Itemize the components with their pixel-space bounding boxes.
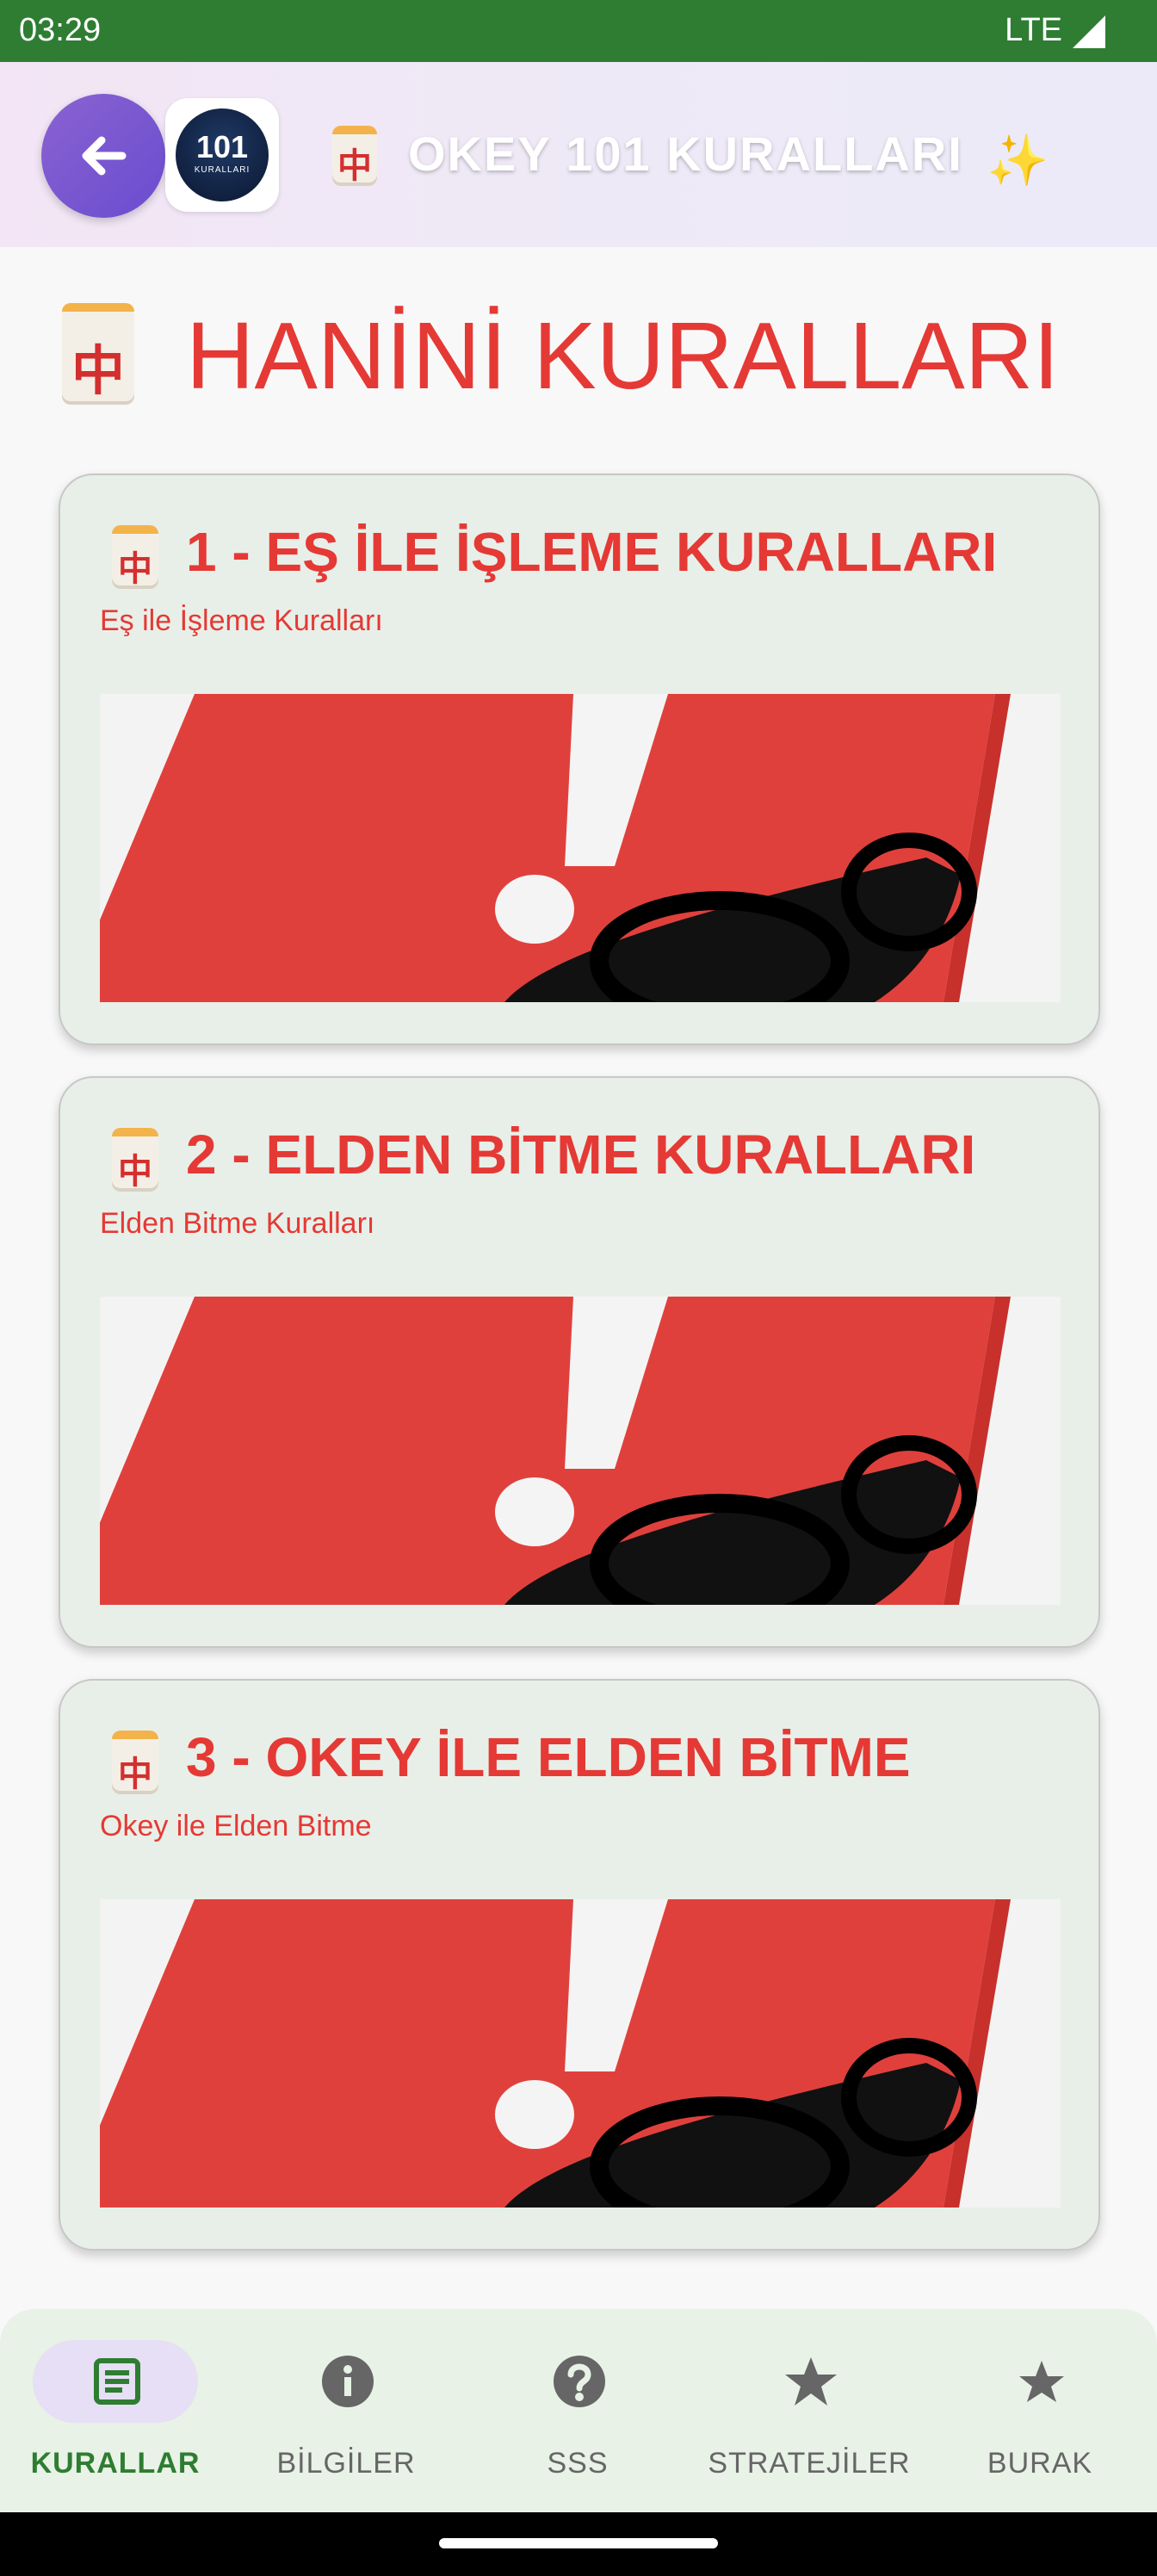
card-image xyxy=(100,1899,1061,2208)
arrow-left-icon xyxy=(82,136,127,176)
logo-text: KURALLARI xyxy=(194,165,251,175)
mahjong-tile-icon: 中 xyxy=(62,303,134,405)
card-image xyxy=(100,1297,1061,1605)
card-title: 1 - EŞ İLE İŞLEME KURALLARI xyxy=(186,521,998,583)
nav-burak[interactable]: BURAK xyxy=(925,2309,1155,2512)
mahjong-tile-icon: 中 xyxy=(112,1128,158,1192)
rule-card-1[interactable]: 中 1 - EŞ İLE İŞLEME KURALLARI Eş ile İşl… xyxy=(59,474,1100,1045)
card-subtitle: Eş ile İşleme Kuralları xyxy=(100,604,383,637)
app-header: 101 KURALLARI 中 OKEY 101 KURALLARI ✨ xyxy=(0,62,1157,247)
sparkle-icon: ✨ xyxy=(987,131,1049,189)
nav-label: STRATEJİLER xyxy=(708,2447,911,2480)
card-subtitle: Elden Bitme Kuralları xyxy=(100,1207,375,1240)
nav-label: BİLGİLER xyxy=(276,2447,416,2480)
card-subtitle: Okey ile Elden Bitme xyxy=(100,1810,372,1842)
status-bar: 03:29 LTE xyxy=(0,0,1157,62)
nav-stratejiler[interactable]: STRATEJİLER xyxy=(694,2309,925,2512)
back-button[interactable] xyxy=(41,94,165,218)
page-title: HANİNİ KURALLARI xyxy=(186,303,1060,409)
home-handle[interactable] xyxy=(439,2538,718,2548)
header-title: OKEY 101 KURALLARI xyxy=(408,127,963,181)
star-icon xyxy=(1019,2361,1064,2402)
nav-sss[interactable]: SSS xyxy=(462,2309,693,2512)
nav-label: KURALLAR xyxy=(30,2447,201,2480)
info-icon xyxy=(322,2356,374,2407)
network-label: LTE xyxy=(1005,12,1062,48)
app-logo: 101 KURALLARI xyxy=(165,98,279,212)
star-icon xyxy=(785,2357,837,2406)
nav-kurallar[interactable]: KURALLAR xyxy=(0,2309,231,2512)
rule-card-2[interactable]: 中 2 - ELDEN BİTME KURALLARI Elden Bitme … xyxy=(59,1076,1100,1648)
nav-label: BURAK xyxy=(987,2447,1093,2480)
card-image xyxy=(100,694,1061,1002)
mahjong-tile-icon: 中 xyxy=(112,1731,158,1794)
help-icon xyxy=(554,2356,605,2407)
nav-label: SSS xyxy=(547,2447,609,2480)
nav-bilgiler[interactable]: BİLGİLER xyxy=(231,2309,461,2512)
rule-card-3[interactable]: 中 3 - OKEY İLE ELDEN BİTME Okey ile Elde… xyxy=(59,1679,1100,2251)
logo-number: 101 xyxy=(195,129,249,164)
mahjong-tile-icon: 中 xyxy=(332,126,377,186)
list-icon xyxy=(94,2358,140,2405)
gesture-bar xyxy=(0,2512,1157,2576)
status-time: 03:29 xyxy=(19,12,102,48)
card-title: 3 - OKEY İLE ELDEN BİTME xyxy=(186,1726,911,1788)
signal-icon xyxy=(1073,15,1105,48)
card-title: 2 - ELDEN BİTME KURALLARI xyxy=(186,1124,976,1186)
mahjong-tile-icon: 中 xyxy=(112,525,158,589)
bottom-navigation: KURALLAR BİLGİLER SSS STRATEJİLER BURAK xyxy=(0,2309,1157,2512)
